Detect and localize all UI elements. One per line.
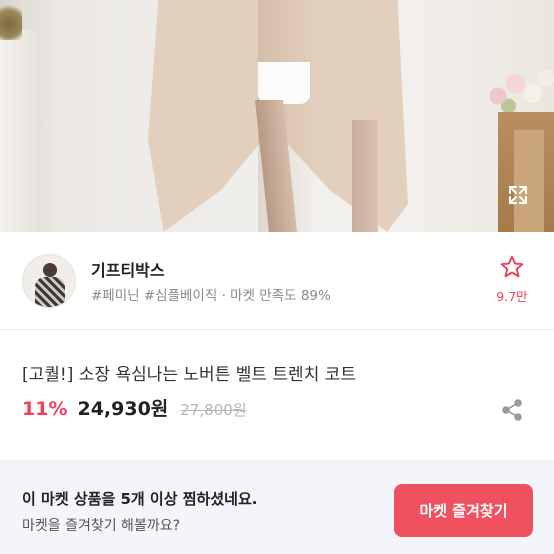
product-title: [고퀄!] 소장 욕심나는 노버튼 벨트 트렌치 코트 <box>22 365 357 385</box>
banner-subtitle: 마켓을 즐겨찾기 해볼까요? <box>22 518 181 534</box>
add-market-favorite-button[interactable]: 마켓 즐겨찾기 <box>394 484 533 537</box>
discount-rate: 11% <box>22 398 68 420</box>
favorite-count: 9.7만 <box>496 289 528 304</box>
price-row: 11% 24,930원 27,800원 <box>22 394 247 424</box>
banner-title: 이 마켓 상품을 5개 이상 찜하셨네요. <box>22 490 258 508</box>
seller-name[interactable]: 기프티박스 <box>91 257 165 281</box>
photo-shirt <box>258 62 310 104</box>
original-price: 27,800원 <box>180 401 247 419</box>
photo-flowers <box>484 66 554 116</box>
expand-arrows-icon <box>509 186 527 204</box>
avatar-body <box>35 277 65 307</box>
star-outline-icon <box>500 255 524 278</box>
seller-section: 기프티박스 #페미닌 #심플베이직 · 마켓 만족도 89% 9.7만 <box>0 232 554 330</box>
expand-photo-button[interactable] <box>503 180 533 210</box>
product-photo <box>0 0 554 232</box>
share-icon <box>502 399 522 421</box>
favorite-suggestion-banner: 이 마켓 상품을 5개 이상 찜하셨네요. 마켓을 즐겨찾기 해볼까요? 마켓 … <box>0 460 554 554</box>
photo-leg <box>352 120 378 232</box>
sale-price: 24,930원 <box>77 398 169 420</box>
seller-avatar[interactable] <box>22 254 76 308</box>
avatar-head <box>43 263 57 277</box>
seller-tags: #페미닌 #심플베이직 · 마켓 만족도 89% <box>91 288 331 304</box>
photo-plant <box>0 0 22 40</box>
favorite-market-button[interactable]: 9.7만 <box>488 254 536 310</box>
photo-curtain <box>0 30 40 232</box>
share-button[interactable] <box>500 398 524 422</box>
